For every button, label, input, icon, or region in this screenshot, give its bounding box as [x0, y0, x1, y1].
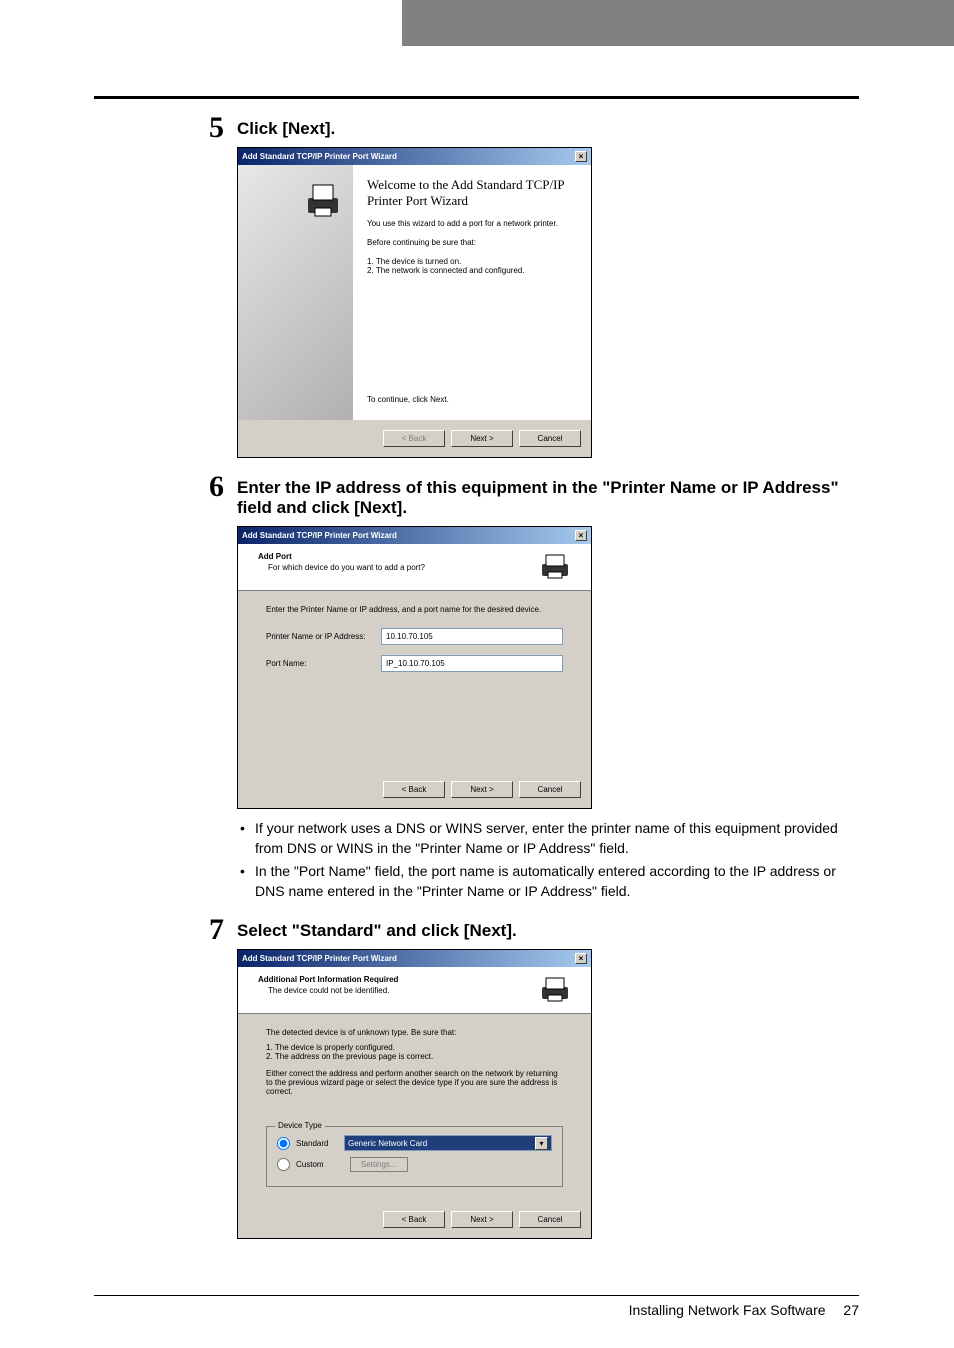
step-6-title: Enter the IP address of this equipment i…	[237, 478, 859, 518]
welcome-heading: Welcome to the Add Standard TCP/IP Print…	[367, 177, 577, 209]
step-6-notes: If your network uses a DNS or WINS serve…	[237, 819, 859, 901]
device-type-legend: Device Type	[275, 1121, 325, 1130]
next-button[interactable]: Next >	[451, 430, 513, 447]
close-icon[interactable]: ×	[575, 151, 587, 162]
back-button[interactable]: < Back	[383, 1211, 445, 1228]
standard-radio[interactable]	[277, 1137, 290, 1150]
next-button[interactable]: Next >	[451, 781, 513, 798]
port-name-label: Port Name:	[266, 659, 381, 668]
note-dns-wins: If your network uses a DNS or WINS serve…	[237, 819, 859, 858]
prerequisites-list: The device is turned on. The network is …	[367, 257, 577, 275]
step-7: 7 Select "Standard" and click [Next]. Ad…	[94, 921, 859, 1239]
page-footer: Installing Network Fax Software 27	[94, 1295, 859, 1318]
close-icon[interactable]: ×	[575, 953, 587, 964]
step-5-number: 5	[209, 111, 224, 145]
wizard-welcome-dialog: Add Standard TCP/IP Printer Port Wizard …	[237, 147, 592, 458]
page-number: 27	[843, 1302, 859, 1318]
step-6-number: 6	[209, 470, 224, 504]
custom-label: Custom	[296, 1160, 344, 1169]
wizard-devicetype-dialog: Add Standard TCP/IP Printer Port Wizard …	[237, 949, 592, 1239]
check-item-2: The address on the previous page is corr…	[266, 1052, 563, 1061]
add-port-subtext: For which device do you want to add a po…	[268, 563, 425, 572]
port-name-input[interactable]	[381, 655, 563, 672]
dialog-titlebar: Add Standard TCP/IP Printer Port Wizard …	[238, 950, 591, 967]
step-5-title: Click [Next].	[237, 119, 859, 139]
correction-instruction: Either correct the address and perform a…	[266, 1069, 563, 1096]
note-port-name: In the "Port Name" field, the port name …	[237, 862, 859, 901]
content-area: 5 Click [Next]. Add Standard TCP/IP Prin…	[94, 96, 859, 1259]
settings-button: Settings...	[350, 1157, 408, 1172]
printer-name-label: Printer Name or IP Address:	[266, 632, 381, 641]
printer-icon	[539, 975, 571, 1003]
prereq-item-2: The network is connected and configured.	[367, 266, 577, 275]
next-button[interactable]: Next >	[451, 1211, 513, 1228]
printer-icon	[539, 552, 571, 580]
instruction-text: Enter the Printer Name or IP address, an…	[266, 605, 563, 614]
close-icon[interactable]: ×	[575, 530, 587, 541]
dialog-title-text: Add Standard TCP/IP Printer Port Wizard	[242, 531, 397, 540]
step-7-number: 7	[209, 913, 224, 947]
before-continuing-text: Before continuing be sure that:	[367, 238, 577, 247]
device-type-select[interactable]: Generic Network Card ▾	[344, 1135, 552, 1151]
check-list: The device is properly configured. The a…	[266, 1043, 563, 1061]
unknown-device-text: The detected device is of unknown type. …	[266, 1028, 563, 1037]
printer-name-input[interactable]	[381, 628, 563, 645]
wizard-addport-dialog: Add Standard TCP/IP Printer Port Wizard …	[237, 526, 592, 809]
add-port-heading: Add Port	[258, 552, 425, 561]
standard-label: Standard	[296, 1139, 344, 1148]
additional-info-heading: Additional Port Information Required	[258, 975, 398, 984]
cancel-button[interactable]: Cancel	[519, 1211, 581, 1228]
back-button: < Back	[383, 430, 445, 447]
top-gray-bar	[402, 0, 954, 46]
footer-section-title: Installing Network Fax Software	[629, 1302, 826, 1318]
step-6: 6 Enter the IP address of this equipment…	[94, 478, 859, 901]
welcome-description: You use this wizard to add a port for a …	[367, 219, 577, 228]
chevron-down-icon: ▾	[535, 1137, 548, 1150]
custom-radio[interactable]	[277, 1158, 290, 1171]
additional-info-subtext: The device could not be identified.	[268, 986, 398, 995]
dialog-title-text: Add Standard TCP/IP Printer Port Wizard	[242, 954, 397, 963]
wizard-sidebar-graphic	[238, 165, 353, 420]
check-item-1: The device is properly configured.	[266, 1043, 563, 1052]
dialog-titlebar: Add Standard TCP/IP Printer Port Wizard …	[238, 527, 591, 544]
continue-instruction: To continue, click Next.	[367, 395, 577, 404]
cancel-button[interactable]: Cancel	[519, 781, 581, 798]
device-type-group: Device Type Standard Generic Network Car…	[266, 1126, 563, 1187]
printer-icon	[303, 180, 343, 220]
step-7-title: Select "Standard" and click [Next].	[237, 921, 859, 941]
select-value: Generic Network Card	[348, 1139, 427, 1148]
prereq-item-1: The device is turned on.	[367, 257, 577, 266]
step-5: 5 Click [Next]. Add Standard TCP/IP Prin…	[94, 119, 859, 458]
back-button[interactable]: < Back	[383, 781, 445, 798]
dialog-title-text: Add Standard TCP/IP Printer Port Wizard	[242, 152, 397, 161]
cancel-button[interactable]: Cancel	[519, 430, 581, 447]
dialog-titlebar: Add Standard TCP/IP Printer Port Wizard …	[238, 148, 591, 165]
